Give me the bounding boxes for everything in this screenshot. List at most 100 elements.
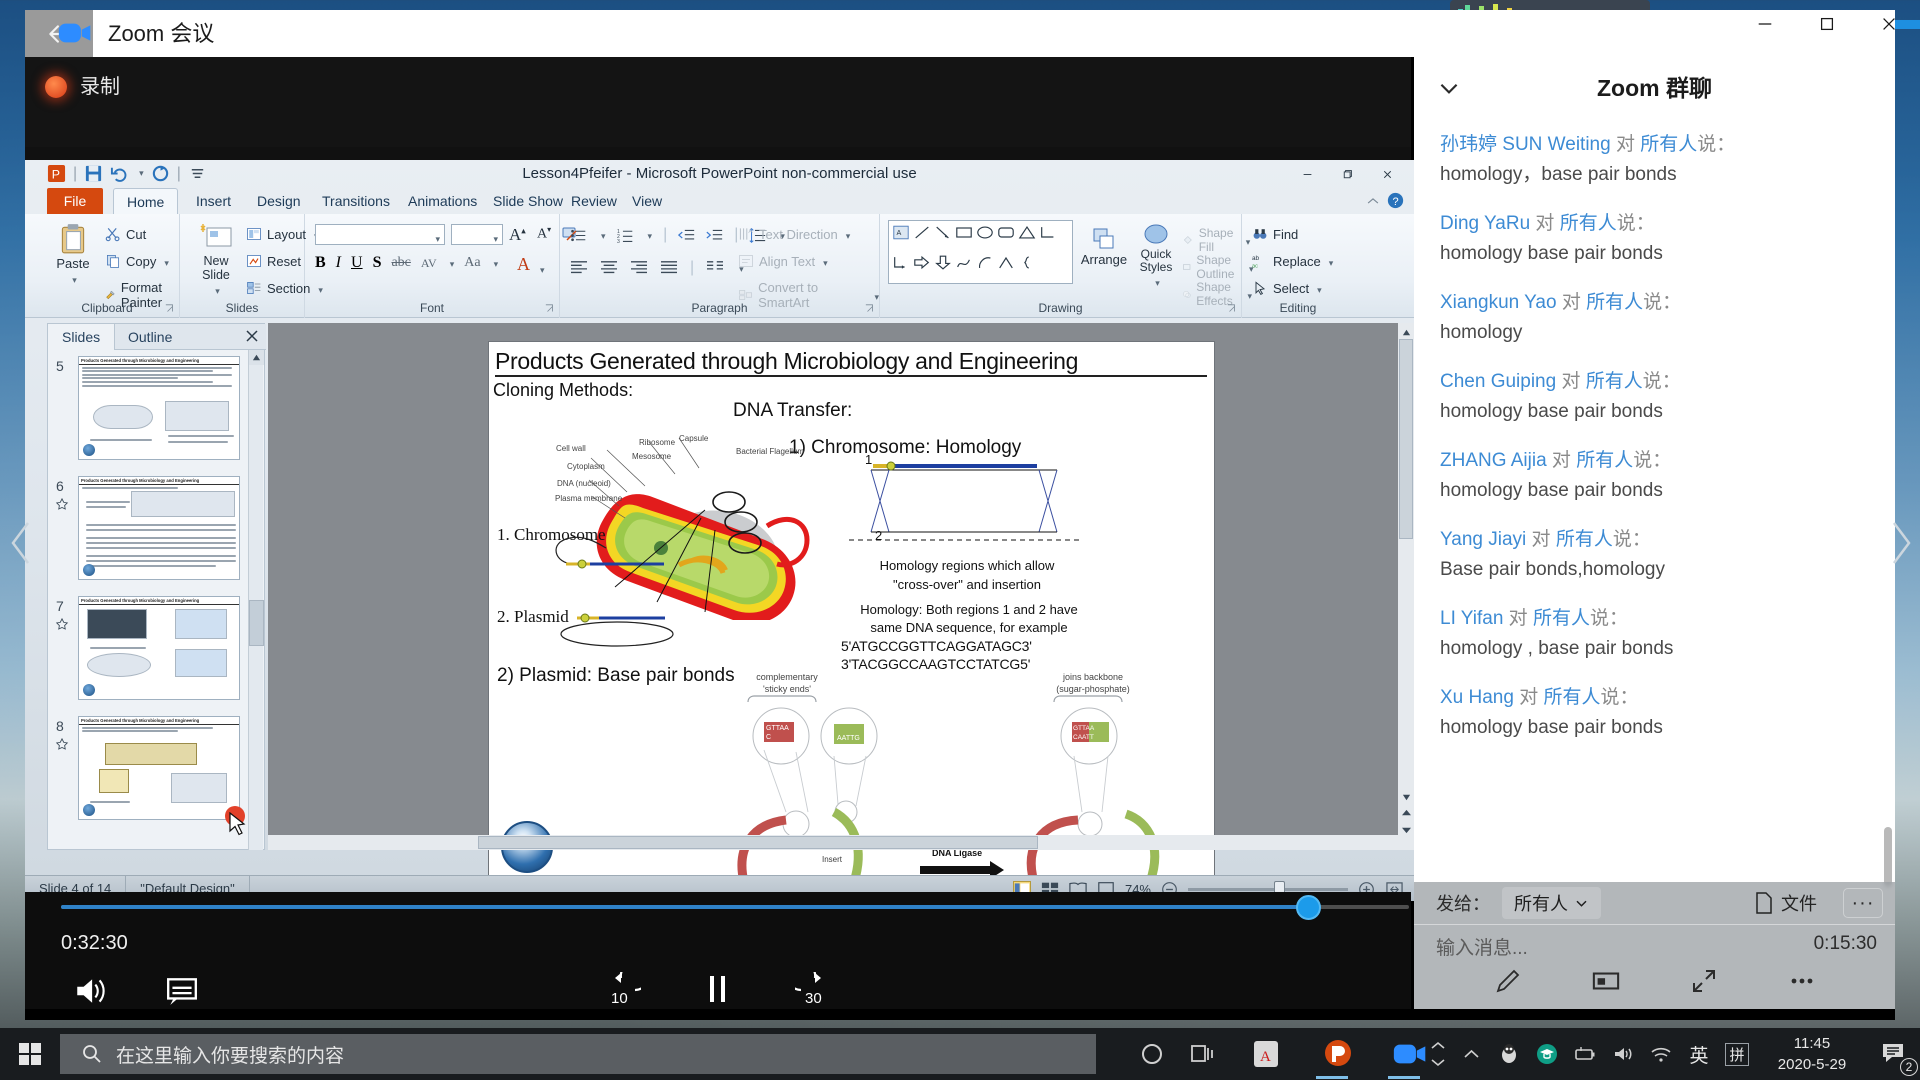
find-button[interactable]: Find — [1252, 226, 1298, 242]
chat-message-list[interactable]: 孙玮婷 SUN Weiting 对 所有人说： homology，base pa… — [1414, 119, 1895, 882]
maximize-button[interactable] — [1796, 0, 1858, 47]
font-size-combobox[interactable] — [451, 224, 503, 245]
paragraph-dialog-launcher-icon[interactable] — [865, 304, 875, 314]
slide-thumbnail[interactable]: Products Generated through Microbiology … — [78, 356, 240, 460]
scroll-up-arrow-icon[interactable] — [249, 350, 264, 365]
tray-scroll-arrows[interactable] — [1424, 1028, 1452, 1080]
replace-dropdown-arrow[interactable] — [1326, 254, 1334, 269]
wifi-tray-button[interactable] — [1642, 1028, 1680, 1080]
slides-panel-scrollbar[interactable] — [248, 350, 264, 850]
tab-file[interactable]: File — [47, 188, 103, 214]
taskbar-search-box[interactable]: 在这里输入你要搜索的内容 — [60, 1034, 1096, 1074]
show-hidden-icons-button[interactable] — [1452, 1028, 1490, 1080]
shape-fill-button[interactable]: Shape Fill — [1182, 226, 1250, 254]
underline-button[interactable]: U — [351, 254, 363, 272]
quick-styles-button[interactable]: Quick Styles — [1132, 222, 1180, 289]
drawing-dialog-launcher-icon[interactable] — [1227, 304, 1237, 314]
justify-icon[interactable] — [660, 260, 678, 276]
bold-button[interactable]: B — [315, 254, 326, 272]
character-spacing-dropdown-arrow[interactable] — [447, 254, 455, 272]
thumbnail-item[interactable]: 8 Products Generated through Microbiolog… — [52, 716, 240, 826]
decrease-font-size-button[interactable]: A▾ — [537, 225, 551, 243]
current-slide[interactable]: Products Generated through Microbiology … — [488, 341, 1215, 886]
slides-panel-scroll-thumb[interactable] — [249, 600, 264, 646]
slide-vertical-scrollbar[interactable] — [1398, 323, 1414, 850]
increase-font-size-button[interactable]: A▴ — [509, 225, 526, 245]
text-direction-button[interactable]: A Text Direction — [738, 226, 850, 242]
numbering-dropdown-arrow[interactable] — [645, 226, 653, 244]
zoom-slider-track[interactable] — [1188, 880, 1348, 898]
columns-dropdown-arrow[interactable] — [736, 259, 744, 277]
ime-mode-button[interactable]: 拼 — [1718, 1028, 1756, 1080]
shapes-gallery[interactable]: A — [888, 220, 1073, 284]
pause-icon[interactable] — [701, 972, 735, 1006]
qq-tray-icon-button[interactable] — [1490, 1028, 1528, 1080]
slide-hscroll-thumb[interactable] — [478, 836, 1038, 849]
quick-styles-dropdown-arrow[interactable] — [1152, 274, 1160, 289]
bullets-dropdown-arrow[interactable] — [598, 226, 606, 244]
taskbar-adobe-acrobat[interactable]: A — [1230, 1028, 1302, 1080]
tab-insert[interactable]: Insert — [183, 188, 244, 214]
close-button[interactable] — [1858, 0, 1920, 47]
slide-scroll-thumb[interactable] — [1399, 339, 1413, 539]
font-family-combobox[interactable] — [315, 224, 445, 245]
ppt-minimize-button[interactable] — [1288, 162, 1326, 186]
send-file-button[interactable]: 文件 — [1755, 890, 1817, 916]
windows-start-button[interactable] — [0, 1028, 60, 1080]
align-center-icon[interactable] — [600, 260, 618, 276]
thumbnail-item[interactable]: 5 Products Generated through Microbiolog… — [52, 356, 240, 466]
font-family-dropdown-arrow[interactable] — [432, 229, 440, 247]
previous-slide-icon[interactable] — [1399, 806, 1413, 820]
text-direction-dropdown-arrow[interactable] — [843, 227, 851, 242]
select-dropdown-arrow[interactable] — [1314, 281, 1322, 296]
exit-fullscreen-icon[interactable] — [1690, 967, 1718, 995]
close-icon[interactable] — [244, 328, 260, 344]
numbering-icon[interactable]: 123 — [617, 227, 634, 244]
new-slide-button[interactable]: New Slide — [188, 224, 244, 297]
tab-transitions[interactable]: Transitions — [309, 188, 403, 214]
next-slide-icon[interactable] — [1399, 822, 1413, 836]
decrease-indent-icon[interactable] — [678, 227, 695, 244]
font-dialog-launcher-icon[interactable] — [545, 304, 555, 314]
paste-dropdown-arrow[interactable] — [69, 271, 77, 286]
font-size-dropdown-arrow[interactable] — [490, 229, 498, 247]
align-left-icon[interactable] — [570, 260, 588, 276]
change-case-dropdown-arrow[interactable] — [491, 254, 499, 272]
columns-icon[interactable] — [706, 260, 724, 276]
bullets-icon[interactable] — [570, 227, 587, 244]
paste-button[interactable]: Paste — [47, 222, 99, 286]
shadow-button[interactable]: S — [373, 254, 382, 272]
volume-tray-button[interactable] — [1604, 1028, 1642, 1080]
slide-thumbnail[interactable]: Products Generated through Microbiology … — [78, 716, 240, 820]
screenshot-icon[interactable] — [1592, 967, 1620, 995]
chat-more-button[interactable]: ··· — [1843, 888, 1883, 918]
align-right-icon[interactable] — [630, 260, 648, 276]
slide-scroll-down-icon[interactable] — [1399, 790, 1413, 804]
slide-scroll-up-icon[interactable] — [1399, 325, 1413, 339]
education-app-tray-button[interactable] — [1528, 1028, 1566, 1080]
slide-thumbnail[interactable]: Products Generated through Microbiology … — [78, 596, 240, 700]
collapse-ribbon-icon[interactable] — [1366, 194, 1380, 208]
next-page-arrow-icon[interactable] — [1888, 520, 1914, 566]
increase-indent-icon[interactable] — [706, 227, 723, 244]
tab-home[interactable]: Home — [113, 188, 179, 214]
chat-scrollbar-thumb[interactable] — [1884, 827, 1892, 887]
copy-button[interactable]: Copy — [105, 253, 169, 269]
previous-page-arrow-icon[interactable] — [8, 520, 34, 566]
ppt-restore-button[interactable] — [1328, 162, 1366, 186]
copy-dropdown-arrow[interactable] — [161, 254, 169, 269]
cortana-button[interactable] — [1126, 1028, 1178, 1080]
ppt-close-button[interactable] — [1368, 162, 1406, 186]
cut-button[interactable]: Cut — [105, 226, 146, 242]
replace-button[interactable]: ab ac Replace — [1252, 253, 1334, 270]
help-icon[interactable]: ? — [1387, 192, 1404, 209]
strikethrough-button[interactable]: abc — [391, 255, 410, 271]
send-to-dropdown[interactable]: 所有人 — [1502, 887, 1601, 919]
task-view-button[interactable] — [1178, 1028, 1230, 1080]
thumbnail-item[interactable]: 7 Products Generated through Microbiolog… — [52, 596, 240, 706]
slide-horizontal-scrollbar[interactable] — [268, 835, 1398, 850]
tab-animations[interactable]: Animations — [395, 188, 490, 214]
thumbnail-item[interactable]: 6 Products Generated through Microbiolog… — [52, 476, 240, 586]
select-button[interactable]: Select — [1252, 280, 1322, 296]
tab-view[interactable]: View — [619, 188, 675, 214]
